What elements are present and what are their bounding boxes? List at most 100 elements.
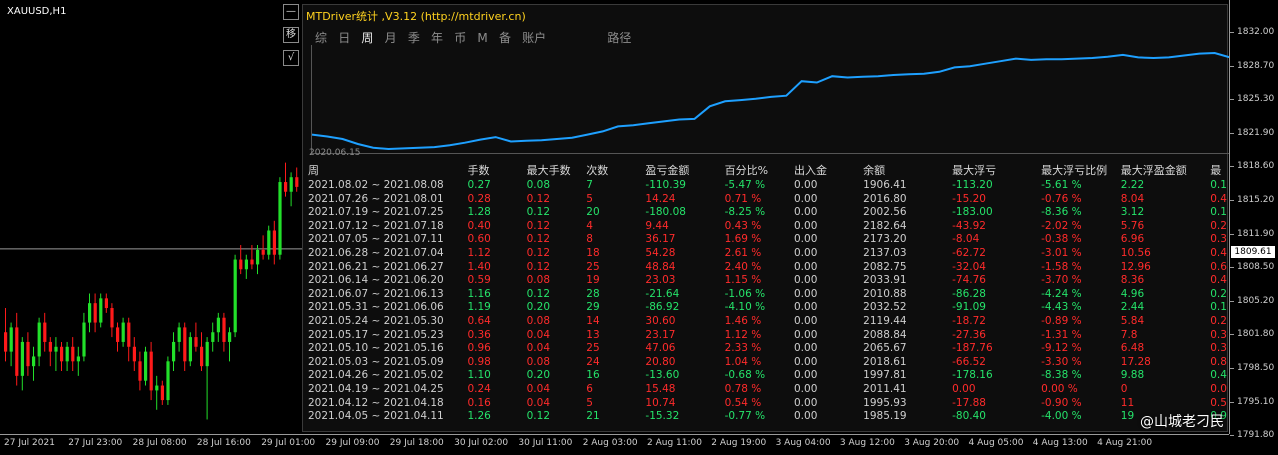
tab-monthly[interactable]: 月: [385, 29, 397, 46]
table-cell: 1985.19: [863, 410, 907, 423]
table-cell: 0.3: [1210, 233, 1227, 246]
equity-start-date: 2020.06.15: [309, 148, 361, 158]
table-cell: 0.60: [467, 233, 491, 246]
table-row[interactable]: 2021.07.05 ~ 2021.07.11 0.60 0.12 8 36.17 1.6…: [308, 233, 1227, 247]
price-tick: [1230, 368, 1234, 369]
price-tick: [1230, 65, 1234, 67]
tab-account[interactable]: 账户: [522, 29, 546, 46]
equity-curve: [312, 51, 1230, 151]
table-cell: 5.84: [1120, 314, 1145, 327]
table-cell: 10.56: [1120, 246, 1151, 259]
table-row[interactable]: 2021.05.10 ~ 2021.05.16 0.96 0.04 25 47.06 2.…: [308, 342, 1227, 356]
table-row[interactable]: 2021.06.14 ~ 2021.06.20 0.59 0.08 19 23.03 1.…: [308, 274, 1227, 288]
table-row[interactable]: 2021.07.26 ~ 2021.08.01 0.28 0.12 5 14.24 0.7…: [308, 193, 1227, 207]
time-axis[interactable]: 27 Jul 2021 27 Jul 23:00 28 Jul 08:00 28 Ju…: [0, 434, 1229, 455]
table-cell: 12.96: [1120, 260, 1151, 273]
price-label: 1795.10: [1237, 396, 1275, 407]
table-cell: 0.0: [1210, 382, 1227, 395]
table-cell: 0.00: [794, 342, 818, 355]
table-row[interactable]: 2021.04.05 ~ 2021.04.11 1.26 0.12 21 -15.32 -…: [308, 410, 1227, 424]
table-cell: 23.17: [645, 328, 676, 341]
candle-body: [222, 317, 226, 342]
table-cell: 5: [586, 396, 593, 409]
table-row[interactable]: 2021.06.21 ~ 2021.06.27 1.40 0.12 25 48.84 2.…: [308, 261, 1227, 275]
table-cell: 0.00: [794, 206, 818, 219]
candle-body: [99, 298, 103, 323]
table-cell: 0.08: [526, 179, 551, 191]
table-cell: 7.8: [1120, 328, 1138, 341]
candle-body: [160, 385, 164, 401]
table-row[interactable]: 2021.05.31 ~ 2021.06.06 1.19 0.20 29 -86.92 -…: [308, 301, 1227, 315]
table-row[interactable]: 2021.08.02 ~ 2021.08.08 0.27 0.08 7 -110.39 -…: [308, 179, 1227, 193]
confirm-button[interactable]: √: [283, 50, 299, 66]
table-row[interactable]: 2021.06.28 ~ 2021.07.04 1.12 0.12 18 54.28 2.…: [308, 247, 1227, 261]
col-more: 最: [1210, 164, 1222, 178]
table-cell: 0.00: [794, 192, 818, 205]
tab-currency[interactable]: 币: [454, 29, 466, 46]
table-cell: 19: [586, 274, 600, 287]
table-cell: 6.96: [1120, 233, 1145, 246]
table-row[interactable]: 2021.05.03 ~ 2021.05.09 0.98 0.08 24 20.80 1.…: [308, 356, 1227, 370]
table-cell: 2011.41: [863, 382, 907, 395]
candle-body: [284, 182, 288, 192]
price-label: 1798.50: [1237, 363, 1275, 373]
table-row[interactable]: 2021.07.12 ~ 2021.07.18 0.40 0.12 4 9.44 0.43…: [308, 220, 1227, 234]
table-row[interactable]: 2021.07.19 ~ 2021.07.25 1.28 0.12 20 -180.08…: [308, 206, 1227, 220]
candle-body: [177, 327, 181, 342]
tab-path[interactable]: 路径: [607, 29, 631, 46]
candle-body: [65, 346, 69, 362]
tab-daily[interactable]: 日: [338, 29, 350, 46]
table-row[interactable]: 2021.04.19 ~ 2021.04.25 0.24 0.04 6 15.48 0.7…: [308, 383, 1227, 397]
table-cell: 0.4: [1210, 246, 1227, 259]
table-cell: -9.12 %: [1041, 342, 1082, 355]
tab-summary[interactable]: 综: [315, 29, 327, 46]
table-cell: 0.00: [794, 246, 818, 259]
table-cell: 8: [586, 233, 593, 246]
tab-weekly[interactable]: 周: [361, 29, 373, 46]
table-row[interactable]: 2021.05.24 ~ 2021.05.30 0.64 0.08 14 30.60 1.…: [308, 315, 1227, 329]
minimize-button[interactable]: —: [283, 4, 299, 20]
table-cell: -32.04: [952, 260, 986, 273]
col-max-float-loss-ratio: 最大浮亏比例: [1041, 164, 1108, 178]
table-cell: -5.47 %: [724, 179, 766, 191]
move-button[interactable]: 移: [283, 27, 299, 43]
table-row[interactable]: 2021.04.12 ~ 2021.04.18 0.16 0.04 5 10.74 0.5…: [308, 397, 1227, 411]
candle-body: [60, 346, 64, 362]
price-chart-window[interactable]: XAUUSD,H1 — 移 √ MTDriver统计 ,V3.12 (http:…: [0, 0, 1278, 454]
price-axis[interactable]: 1809.61 1832.00 1828.70 1825.30 1821.90 1818…: [1229, 0, 1278, 440]
table-cell: 0.4: [1210, 369, 1227, 382]
time-label: 4 Aug 05:00: [968, 438, 1024, 448]
mtdriver-stats-panel: MTDriver统计 ,V3.12 (http://mtdriver.cn) 综…: [302, 4, 1230, 432]
table-cell: -3.01 %: [1041, 246, 1082, 259]
table-cell: 25: [586, 260, 600, 273]
candle-body: [166, 361, 170, 401]
table-cell: -62.72: [952, 246, 986, 259]
price-label: 1811.90: [1237, 228, 1275, 239]
table-row[interactable]: 2021.06.07 ~ 2021.06.13 1.16 0.12 28 -21.64 -…: [308, 288, 1227, 302]
table-cell: 0.43 %: [724, 219, 762, 232]
table-cell: 5: [586, 192, 593, 205]
tab-backup[interactable]: 备: [499, 29, 511, 46]
tab-quarterly[interactable]: 季: [408, 29, 420, 46]
table-row[interactable]: 2021.04.26 ~ 2021.05.02 1.10 0.20 16 -13.60 -…: [308, 369, 1227, 383]
table-cell: -0.38 %: [1041, 233, 1082, 246]
table-cell: 1.69 %: [724, 233, 762, 246]
candle-body: [48, 341, 52, 352]
table-cell: -1.58 %: [1041, 260, 1082, 273]
table-cell: 0.8: [1210, 355, 1227, 368]
table-header-row: 周 手数 最大手数 次数 盈亏金额 百分比% 出入金 余额 最大浮亏 最大浮亏比…: [308, 163, 1227, 179]
candle-body: [15, 327, 19, 376]
tab-yearly[interactable]: 年: [431, 29, 443, 46]
table-cell: 28: [586, 287, 600, 300]
table-cell: 2.22: [1120, 179, 1145, 191]
table-cell: 2021.05.17 ~ 2021.05.23: [308, 328, 444, 341]
candle-body: [32, 356, 36, 367]
price-label: 1832.00: [1237, 27, 1275, 37]
table-cell: -80.40: [952, 410, 986, 423]
stats-tabs: 综 日 周 月 季 年 币 M 备 账户 路径: [315, 29, 639, 45]
candlestick-area[interactable]: [0, 0, 302, 434]
table-row[interactable]: 2021.05.17 ~ 2021.05.23 0.36 0.04 13 23.17 1.…: [308, 329, 1227, 343]
tab-magic[interactable]: M: [477, 31, 487, 45]
table-cell: 6: [586, 382, 593, 395]
table-cell: 0.5: [1210, 396, 1227, 409]
